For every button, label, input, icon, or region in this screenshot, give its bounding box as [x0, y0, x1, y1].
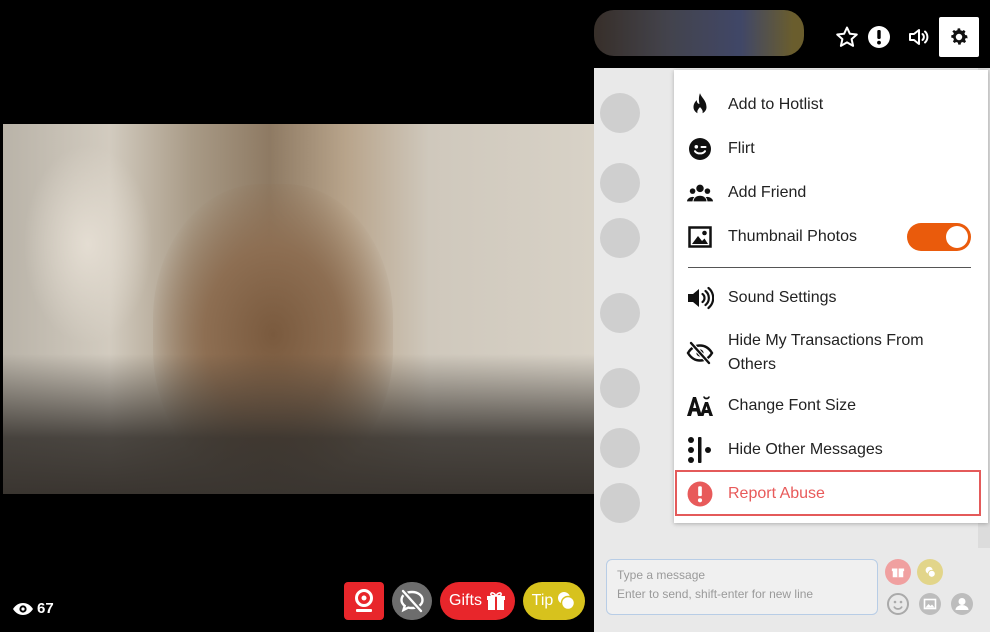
chat-message-input[interactable]: Type a message Enter to send, shift-ente… [606, 559, 878, 615]
menu-item-label: Hide Other Messages [728, 441, 883, 458]
webcam-button[interactable] [344, 582, 384, 620]
tip-button-label: Tip [531, 592, 554, 609]
menu-item-sound-settings[interactable]: Sound Settings [686, 285, 982, 311]
exclamation-circle-icon[interactable] [859, 17, 899, 57]
gear-icon [951, 28, 968, 45]
image-upload-icon[interactable] [917, 591, 943, 617]
webcam-icon [355, 589, 373, 612]
font-size-icon [686, 395, 714, 417]
menu-divider [688, 267, 971, 268]
menu-item-label: Add Friend [728, 184, 807, 201]
gift-icon [486, 592, 505, 610]
video-player[interactable] [3, 124, 595, 494]
menu-item-label: Thumbnail Photos [728, 228, 857, 245]
wink-face-icon [686, 137, 714, 161]
toggle-knob [946, 226, 968, 248]
menu-item-label: Change Font Size [728, 397, 857, 414]
chat-avatar [600, 483, 640, 523]
menu-item-change-font-size[interactable]: Change Font Size [686, 393, 982, 419]
dots-bar-icon [686, 436, 714, 464]
gifts-button[interactable]: Gifts [440, 582, 515, 620]
menu-item-label: Hide My Transactions From Others [728, 332, 924, 373]
chat-avatar [600, 368, 640, 408]
thumbnail-photos-toggle[interactable] [907, 223, 971, 251]
chat-avatar [600, 428, 640, 468]
broadcaster-info[interactable] [594, 10, 804, 56]
menu-item-flirt[interactable]: Flirt [686, 136, 982, 162]
menu-item-hide-transactions[interactable]: Hide My Transactions From Others [686, 328, 982, 378]
menu-item-add-friend[interactable]: Add Friend [686, 180, 982, 206]
image-icon [686, 226, 714, 248]
chat-avatar [600, 218, 640, 258]
settings-button[interactable] [939, 17, 979, 57]
people-icon [686, 182, 714, 204]
menu-item-hide-other-messages[interactable]: Hide Other Messages [686, 437, 982, 463]
eye-slash-icon [686, 341, 714, 365]
menu-item-label: Add to Hotlist [728, 96, 824, 113]
menu-item-label: Flirt [728, 140, 755, 157]
speaker-icon [686, 286, 714, 310]
hide-chat-button[interactable] [392, 582, 432, 620]
chat-avatar [600, 163, 640, 203]
chat-avatar [600, 93, 640, 133]
report-abuse-highlight [675, 470, 981, 516]
chat-off-icon [400, 589, 424, 613]
tip-coin-icon [558, 592, 576, 611]
video-blur-region [23, 144, 153, 344]
emoji-icon[interactable] [885, 591, 911, 617]
tip-coin-icon[interactable] [917, 559, 943, 585]
settings-menu: Add to Hotlist Flirt Add Friend Thumbnai… [674, 70, 988, 523]
viewer-count: 67 [12, 600, 54, 617]
menu-item-add-to-hotlist[interactable]: Add to Hotlist [686, 92, 982, 118]
eye-icon [13, 602, 33, 615]
tip-button[interactable]: Tip [523, 582, 585, 620]
volume-icon[interactable] [899, 17, 939, 57]
video-blur-region [3, 354, 595, 494]
viewer-count-value: 67 [37, 600, 54, 617]
menu-item-label: Sound Settings [728, 289, 837, 306]
chat-avatar [600, 293, 640, 333]
gift-icon[interactable] [885, 559, 911, 585]
gifts-button-label: Gifts [449, 592, 482, 609]
user-profile-icon[interactable] [949, 591, 975, 617]
flame-icon [686, 92, 714, 118]
